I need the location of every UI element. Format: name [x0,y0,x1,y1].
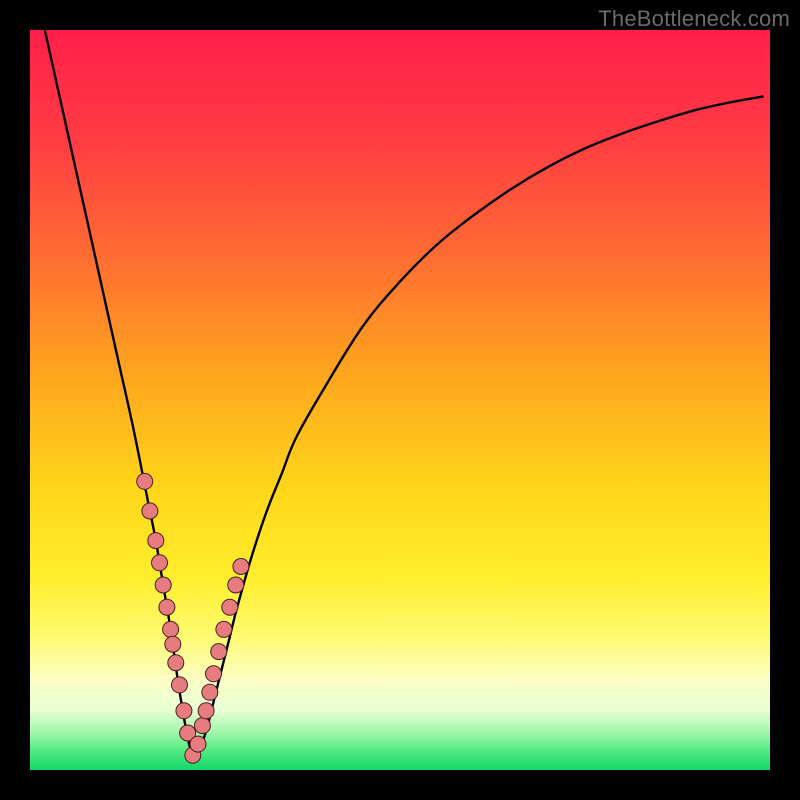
marker-dot [148,533,164,549]
bottleneck-curve [45,30,763,756]
marker-dot [190,736,206,752]
plot-area [30,30,770,770]
marker-dot [222,599,238,615]
highlight-markers [137,473,249,763]
marker-dot [206,666,222,682]
marker-dot [176,703,192,719]
watermark-text: TheBottleneck.com [598,6,790,32]
marker-dot [137,473,153,489]
marker-dot [163,621,179,637]
marker-dot [168,655,184,671]
curve-layer [30,30,770,770]
marker-dot [155,577,171,593]
marker-dot [142,503,158,519]
chart-frame: TheBottleneck.com [0,0,800,800]
marker-dot [152,555,168,571]
marker-dot [159,599,175,615]
marker-dot [228,577,244,593]
marker-dot [216,621,232,637]
marker-dot [194,718,210,734]
marker-dot [165,636,181,652]
marker-dot [202,684,218,700]
marker-dot [171,677,187,693]
marker-dot [233,559,249,575]
marker-dot [211,644,227,660]
marker-dot [198,703,214,719]
